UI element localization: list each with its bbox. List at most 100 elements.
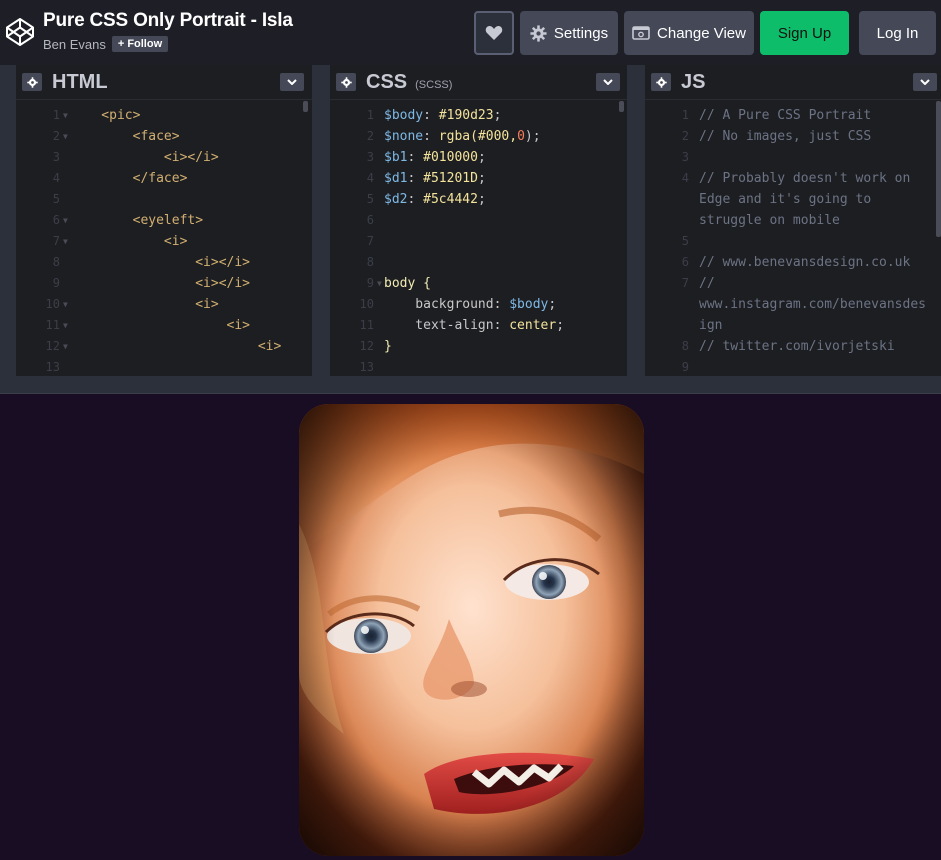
code-text: $d1: #51201D; — [384, 168, 486, 189]
js-pane-title: JS — [681, 71, 706, 93]
js-settings-gear-icon[interactable] — [651, 73, 671, 91]
fold-arrow-icon: ▼ — [377, 279, 382, 288]
code-line: 8 // twitter.com/ivorjetski — [645, 336, 941, 357]
line-number: 5 — [366, 192, 374, 206]
codepen-logo-icon[interactable] — [5, 17, 35, 47]
terminator: ); — [524, 129, 541, 144]
js-code[interactable]: 1 // A Pure CSS Portrait 2 // No images, ju… — [645, 105, 941, 376]
code-line: 6 // www.benevansdesign.co.uk — [645, 252, 941, 273]
code-line: 7 — [330, 231, 627, 252]
change-view-button[interactable]: Change View — [624, 11, 754, 55]
scss-variable: $none — [384, 129, 424, 144]
line-number: 3 — [681, 150, 689, 164]
author-row: Ben Evans + Follow — [43, 36, 169, 52]
author-link[interactable]: Ben Evans — [43, 37, 106, 52]
heart-icon — [485, 26, 503, 40]
code-line: 2 ▼ <face> — [16, 126, 312, 147]
code-text: text-align: center; — [384, 315, 564, 336]
scss-value: rgba(#000, — [430, 129, 518, 144]
line-number: 2 — [681, 129, 689, 143]
settings-label: Settings — [553, 24, 609, 42]
code-text: body { — [384, 273, 431, 294]
js-scrollbar[interactable] — [936, 101, 941, 237]
code-text: <i> — [70, 297, 219, 312]
chevron-down-icon[interactable] — [280, 73, 304, 91]
log-in-button[interactable]: Log In — [859, 11, 936, 55]
line-number: 1 — [52, 108, 60, 122]
code-text: <face> — [70, 129, 180, 144]
line-number: 6 — [52, 213, 60, 227]
code-line: 3 — [645, 147, 941, 168]
heart-button[interactable] — [474, 11, 514, 55]
line-number: 9 — [366, 276, 374, 290]
scss-variable: $body — [501, 297, 549, 312]
scss-value: #51201D — [415, 171, 478, 186]
scss-variable: $d1 — [384, 171, 408, 186]
css-property: text-align — [384, 318, 494, 333]
scss-value: #010000 — [415, 150, 478, 165]
css-value: center — [501, 318, 557, 333]
line-number: 8 — [366, 255, 374, 269]
terminator: ; — [477, 192, 486, 207]
code-line: 7 ▼ <i> — [16, 231, 312, 252]
code-text: ign — [699, 318, 723, 333]
line-number: 3 — [366, 150, 374, 164]
layout-icon — [632, 26, 650, 40]
code-text: // Probably doesn't work on — [699, 171, 911, 186]
css-scrollbar[interactable] — [619, 101, 624, 112]
portrait-image — [299, 404, 644, 856]
line-number: 7 — [366, 234, 374, 248]
code-line: 6 ▼ <eyeleft> — [16, 210, 312, 231]
code-line: 11 text-align: center; — [330, 315, 627, 336]
html-code[interactable]: 1 ▼ <pic> 2 ▼ <face> 3 <i></i> 4 </face> 5 6 ▼ <… — [16, 105, 312, 376]
code-text: // A Pure CSS Portrait — [699, 108, 872, 123]
line-number: 1 — [366, 108, 374, 122]
resize-divider[interactable] — [0, 378, 941, 394]
line-number: 12 — [45, 339, 60, 353]
terminator: ; — [477, 171, 486, 186]
code-text: struggle on mobile — [699, 213, 840, 228]
code-line: 12 ▼ <i> — [16, 336, 312, 357]
code-line: 10 ▼ <i> — [16, 294, 312, 315]
code-line: 1 // A Pure CSS Portrait — [645, 105, 941, 126]
line-number: 8 — [52, 255, 60, 269]
code-line: 5 $d2: #5c4442; — [330, 189, 627, 210]
code-line: 3 <i></i> — [16, 147, 312, 168]
js-pane-header: JS — [645, 65, 941, 100]
line-number: 4 — [681, 171, 689, 185]
fold-arrow-icon: ▼ — [63, 132, 68, 141]
follow-button[interactable]: + Follow — [111, 36, 169, 52]
line-number: 8 — [681, 339, 689, 353]
line-number: 12 — [359, 339, 374, 353]
settings-button[interactable]: Settings — [520, 11, 618, 55]
line-number: 11 — [359, 318, 374, 332]
code-line: 13 — [330, 357, 627, 376]
scss-value: #5c4442 — [415, 192, 478, 207]
html-settings-gear-icon[interactable] — [22, 73, 42, 91]
css-pane-header: CSS (SCSS) — [330, 65, 627, 100]
code-line: Edge and it's going to — [645, 189, 941, 210]
line-number: 13 — [45, 360, 60, 374]
css-settings-gear-icon[interactable] — [336, 73, 356, 91]
code-line: 4 $d1: #51201D; — [330, 168, 627, 189]
css-code[interactable]: 1 $body: #190d23; 2 $none: rgba(#000,0); 3 $b… — [330, 105, 627, 376]
code-text: </face> — [70, 171, 188, 186]
terminator: ; — [556, 318, 565, 333]
chevron-down-icon[interactable] — [913, 73, 937, 91]
chevron-down-icon[interactable] — [596, 73, 620, 91]
code-text: $d2: #5c4442; — [384, 189, 486, 210]
follow-label: Follow — [127, 38, 163, 50]
css-preprocessor-label: (SCSS) — [415, 79, 453, 91]
code-text: background: $body; — [384, 294, 556, 315]
line-number: 2 — [52, 129, 60, 143]
code-line: 4 </face> — [16, 168, 312, 189]
code-line: 9 ▼ body { — [330, 273, 627, 294]
sign-up-button[interactable]: Sign Up — [760, 11, 849, 55]
html-scrollbar[interactable] — [303, 101, 308, 112]
gear-icon — [530, 24, 547, 42]
colon: : — [423, 129, 431, 144]
code-text: // No images, just CSS — [699, 129, 872, 144]
log-in-label: Log In — [876, 24, 919, 42]
line-number: 9 — [681, 360, 689, 374]
line-number: 7 — [681, 276, 689, 290]
